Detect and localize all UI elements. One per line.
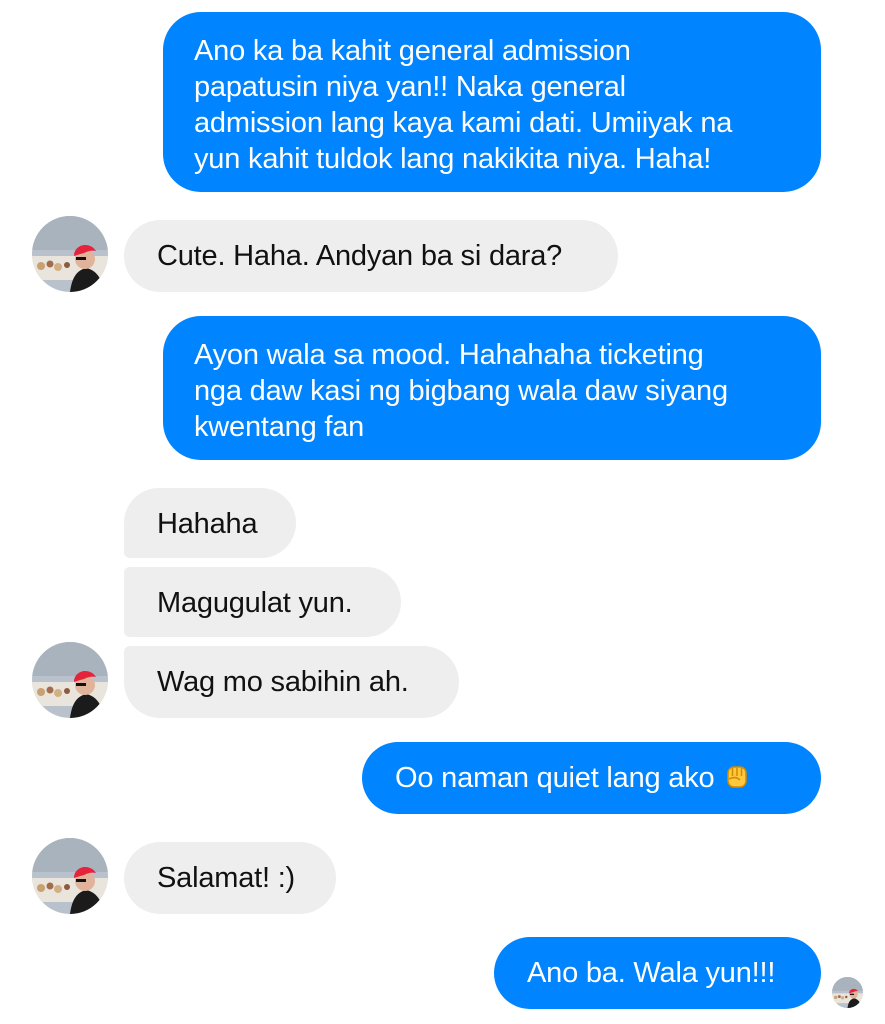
contact-avatar[interactable] bbox=[32, 838, 108, 914]
seen-avatar-image bbox=[832, 977, 863, 1008]
message-bubble-outgoing[interactable]: Ayon wala sa mood. Hahahaha ticketing ng… bbox=[163, 316, 821, 460]
contact-avatar-image bbox=[32, 838, 108, 914]
message-bubble-incoming[interactable]: Hahaha bbox=[124, 488, 296, 558]
message-bubble-outgoing[interactable]: Ano ba. Wala yun!!! bbox=[494, 937, 821, 1009]
contact-avatar-image bbox=[32, 216, 108, 292]
contact-avatar[interactable] bbox=[32, 642, 108, 718]
message-bubble-outgoing[interactable]: Oo naman quiet lang ako bbox=[362, 742, 821, 814]
contact-avatar[interactable] bbox=[32, 216, 108, 292]
raised-fist-emoji bbox=[722, 761, 752, 800]
seen-avatar-icon bbox=[832, 977, 863, 1008]
contact-avatar-image bbox=[32, 642, 108, 718]
message-bubble-incoming[interactable]: Salamat! :) bbox=[124, 842, 336, 914]
message-bubble-incoming[interactable]: Wag mo sabihin ah. bbox=[124, 646, 459, 718]
message-bubble-incoming[interactable]: Magugulat yun. bbox=[124, 567, 401, 637]
message-text: Oo naman quiet lang ako bbox=[395, 762, 715, 794]
message-bubble-incoming[interactable]: Cute. Haha. Andyan ba si dara? bbox=[124, 220, 618, 292]
message-bubble-outgoing[interactable]: Ano ka ba kahit general admission papatu… bbox=[163, 12, 821, 192]
